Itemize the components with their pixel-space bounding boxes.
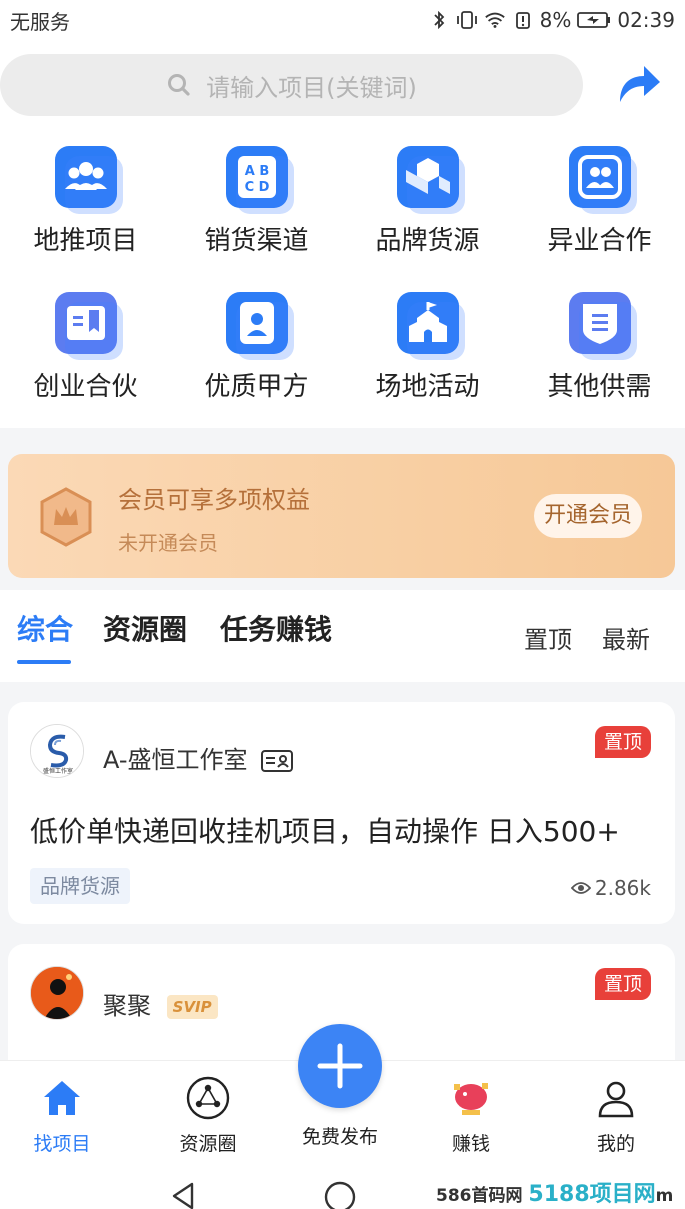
- author-name[interactable]: 聚聚 SVIP: [103, 986, 218, 1021]
- publish-button[interactable]: [298, 1024, 382, 1108]
- category-pinpai[interactable]: 品牌货源: [342, 146, 513, 257]
- home-icon: [44, 1081, 80, 1115]
- crown-badge-icon: [40, 487, 92, 547]
- clock: 02:39: [617, 8, 675, 32]
- battery-charging-icon: [577, 12, 611, 28]
- svip-badge: SVIP: [166, 995, 218, 1019]
- category-label: 销货渠道: [204, 226, 309, 256]
- circle-nodes-icon: [186, 1076, 230, 1120]
- pinned-badge: 置顶: [595, 968, 651, 1000]
- tab-ziyuanquan[interactable]: 资源圈: [103, 608, 187, 648]
- status-bar: 无服务 8% 02:39: [0, 0, 685, 40]
- svg-text:C D: C D: [244, 180, 269, 195]
- user-icon: [598, 1081, 634, 1118]
- category-qita[interactable]: 其他供需: [514, 292, 685, 403]
- abcd-icon: A BC D: [225, 146, 294, 214]
- id-card-icon: [261, 750, 294, 772]
- open-vip-button[interactable]: 开通会员: [534, 494, 642, 538]
- tab-zonghe[interactable]: 综合: [17, 608, 73, 648]
- search-icon: [168, 74, 190, 96]
- avatar-text: 盛恒工作室: [42, 768, 73, 775]
- watermark-text: 586首码网: [436, 1186, 523, 1206]
- status-icons: 8% 02:39: [428, 8, 675, 32]
- tab-find-project[interactable]: 找项目: [2, 1075, 122, 1156]
- category-yiye[interactable]: 异业合作: [514, 146, 685, 257]
- vip-banner[interactable]: 会员可享多项权益 未开通会员 开通会员: [8, 454, 675, 578]
- shield-list-icon: [568, 292, 637, 360]
- category-label: 其他供需: [547, 372, 652, 402]
- view-count: 2.86k: [570, 876, 651, 900]
- category-grid: 地推项目 A BC D 销货渠道 品牌货源 异业合作 创业合伙 优质甲方 场地活…: [0, 130, 685, 428]
- feed-tabs: 综合 资源圈 任务赚钱 置顶 最新: [0, 590, 685, 682]
- book-icon: [54, 292, 123, 360]
- tab-resource-circle[interactable]: 资源圈: [148, 1075, 268, 1156]
- tab-renwu[interactable]: 任务赚钱: [220, 608, 332, 648]
- building-icon: [396, 292, 465, 360]
- top-bar: 请输入项目(关键词): [0, 40, 685, 130]
- user-card-icon: [225, 292, 294, 360]
- search-input[interactable]: 请输入项目(关键词): [0, 54, 583, 116]
- battery-percent: 8%: [539, 8, 572, 32]
- wifi-icon: [484, 12, 505, 28]
- category-label: 地推项目: [33, 226, 138, 256]
- avatar[interactable]: [30, 966, 84, 1020]
- category-label: 创业合伙: [33, 372, 138, 402]
- category-tag[interactable]: 品牌货源: [30, 868, 130, 904]
- category-label: 场地活动: [375, 372, 480, 402]
- back-icon[interactable]: [168, 1181, 198, 1209]
- author-name-text: A-盛恒工作室: [103, 746, 248, 774]
- category-label: 优质甲方: [204, 372, 309, 402]
- vip-title: 会员可享多项权益: [118, 486, 310, 514]
- battery-alert-icon: [515, 12, 530, 29]
- sort-newest[interactable]: 最新: [602, 620, 650, 655]
- watermark-brand: 5188项目网: [528, 1182, 656, 1207]
- category-label: 异业合作: [547, 226, 652, 256]
- publish-label[interactable]: 免费发布: [280, 1122, 400, 1149]
- pinned-badge: 置顶: [595, 726, 651, 758]
- tab-label: 找项目: [33, 1133, 91, 1155]
- tab-label: 我的: [596, 1133, 635, 1155]
- cubes-icon: [396, 146, 465, 214]
- category-changdi[interactable]: 场地活动: [342, 292, 513, 403]
- bluetooth-icon: [433, 11, 444, 29]
- carrier-text: 无服务: [10, 9, 70, 34]
- svg-text:A B: A B: [244, 164, 269, 179]
- vip-subtitle: 未开通会员: [118, 531, 218, 555]
- category-ditui[interactable]: 地推项目: [0, 146, 171, 257]
- tab-label: 赚钱: [451, 1133, 490, 1155]
- search-placeholder: 请输入项目(关键词): [206, 73, 417, 102]
- avatar[interactable]: 盛恒工作室: [30, 724, 84, 778]
- category-chuangye[interactable]: 创业合伙: [0, 292, 171, 403]
- active-tab-indicator: [17, 660, 71, 664]
- author-name-text: 聚聚: [103, 992, 151, 1020]
- category-jiafang[interactable]: 优质甲方: [171, 292, 342, 403]
- vibrate-icon: [456, 11, 477, 29]
- view-count-text: 2.86k: [594, 876, 651, 900]
- tab-earn[interactable]: 赚钱: [411, 1075, 531, 1156]
- share-icon[interactable]: [614, 62, 664, 106]
- post-card[interactable]: 盛恒工作室 A-盛恒工作室 置顶 低价单快递回收挂机项目，自动操作 日入500+…: [8, 702, 675, 924]
- piggy-bank-icon: [454, 1083, 488, 1115]
- tab-label: 资源圈: [179, 1133, 237, 1155]
- author-name[interactable]: A-盛恒工作室: [103, 740, 294, 775]
- watermark-fragment: m: [655, 1186, 674, 1206]
- category-label: 品牌货源: [375, 226, 480, 256]
- plus-icon: [317, 1043, 363, 1089]
- eye-icon: [570, 882, 591, 894]
- watermark: 586首码网 5188项目网m: [436, 1176, 673, 1208]
- group-icon: [568, 146, 637, 214]
- post-title[interactable]: 低价单快递回收挂机项目，自动操作 日入500+: [30, 810, 620, 850]
- home-circle-icon[interactable]: [323, 1180, 357, 1209]
- sort-top[interactable]: 置顶: [524, 620, 572, 655]
- people-icon: [54, 146, 123, 214]
- tab-mine[interactable]: 我的: [556, 1075, 676, 1156]
- category-xiaohuo[interactable]: A BC D 销货渠道: [171, 146, 342, 257]
